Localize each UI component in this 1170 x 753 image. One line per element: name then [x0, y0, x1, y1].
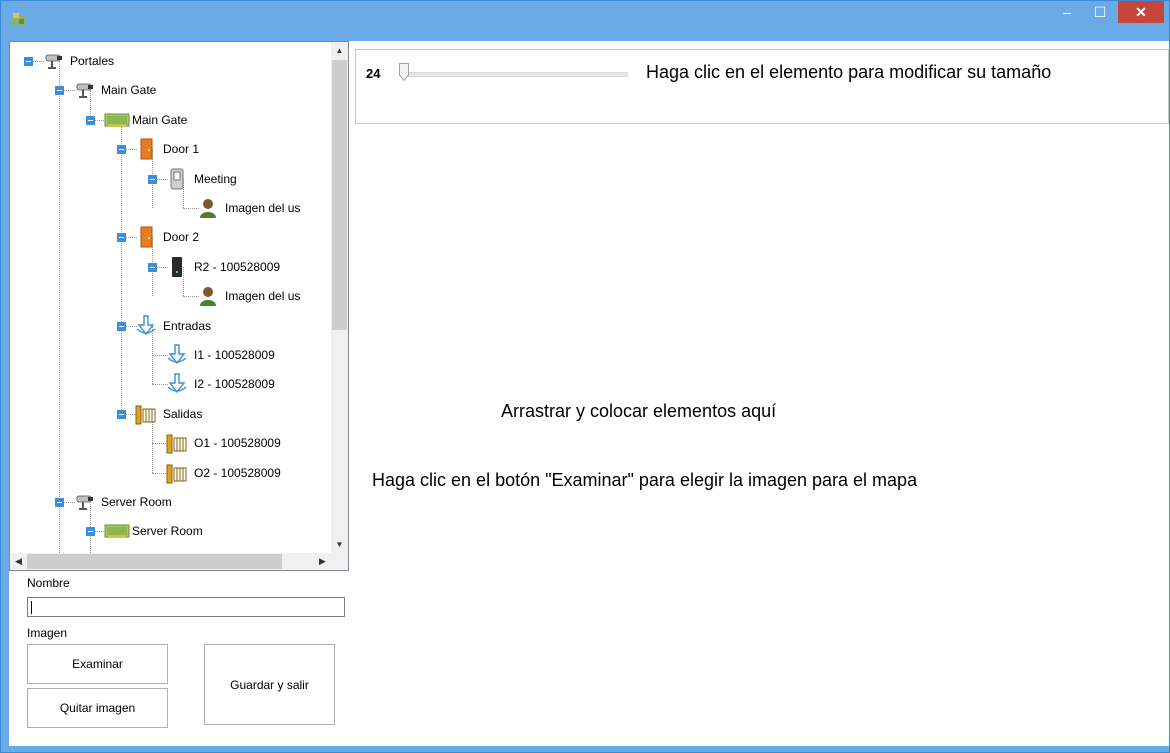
scroll-left-arrow-icon[interactable]: ◀ [10, 553, 27, 570]
tree-vertical-scrollbar[interactable]: ▲ ▼ [331, 42, 348, 553]
browse-hint-text: Haga clic en el botón "Examinar" para el… [372, 470, 918, 490]
user-icon [197, 285, 219, 307]
collapse-toggle-icon[interactable] [86, 527, 95, 537]
controller-board-icon [104, 109, 130, 131]
close-button[interactable]: ✕ [1118, 1, 1164, 23]
scroll-up-arrow-icon[interactable]: ▲ [331, 42, 348, 59]
vertical-scroll-thumb[interactable] [332, 60, 347, 330]
input-arrow-icon [166, 344, 188, 366]
output-gate-icon [166, 462, 188, 484]
collapse-toggle-icon[interactable] [117, 233, 126, 243]
collapse-toggle-icon[interactable] [148, 174, 157, 184]
tree-item[interactable]: Imagen del us [197, 285, 300, 307]
size-slider-track[interactable] [402, 72, 628, 77]
tree-item-label: Main Gate [101, 83, 157, 98]
main-window: – ☐ ✕ Portales Main Gate Main Gate Door 1 Me… [0, 0, 1170, 753]
tree-item-label: R2 - 100528009 [194, 259, 281, 274]
app-icon [11, 13, 25, 26]
title-bar: – ☐ ✕ [1, 1, 1169, 41]
controller-board-icon [104, 520, 130, 542]
save-and-exit-button[interactable]: Guardar y salir [204, 644, 335, 725]
horizontal-scroll-thumb[interactable] [27, 554, 282, 569]
tree-item-label: O1 - 100528009 [194, 436, 281, 451]
tree-item-label: Door 1 [163, 142, 200, 157]
door-icon [135, 138, 157, 160]
tree-item[interactable]: R2 - 100528009 [166, 256, 280, 278]
tree-item-label: Server Room [132, 524, 203, 539]
output-gate-icon [135, 403, 157, 425]
tree-item[interactable]: I2 - 100528009 [166, 373, 275, 395]
tree-item[interactable]: O1 - 100528009 [166, 432, 281, 454]
remove-image-button[interactable]: Quitar imagen [27, 688, 168, 728]
camera-icon [42, 50, 64, 72]
tree-item-label: Portales [70, 54, 115, 68]
scroll-down-arrow-icon[interactable]: ▼ [331, 536, 348, 553]
name-label: Nombre [27, 576, 70, 590]
drop-zone-text: Arrastrar y colocar elementos aquí [501, 401, 777, 421]
scroll-right-arrow-icon[interactable]: ▶ [314, 553, 331, 570]
camera-icon [73, 79, 95, 101]
tree-item[interactable]: Server Room [104, 520, 203, 542]
tree-item[interactable]: O2 - 100528009 [166, 462, 281, 484]
tree-item[interactable]: Main Gate [73, 79, 156, 101]
tree-item-label: Imagen del us [225, 289, 301, 304]
door-icon [135, 226, 157, 248]
collapse-toggle-icon[interactable] [24, 57, 33, 66]
tree-item[interactable]: Main Gate [104, 109, 187, 131]
tree-item-label: I1 - 100528009 [194, 348, 275, 362]
tree-item[interactable]: I1 - 100528009 [166, 344, 275, 366]
resize-hint-text: Haga clic en el elemento para modificar … [646, 62, 1052, 82]
tree-item[interactable]: Salidas [135, 403, 202, 425]
size-toolbar: 24 Haga clic en el elemento para modific… [355, 49, 1169, 124]
maximize-button[interactable]: ☐ [1086, 1, 1114, 23]
input-arrow-icon [166, 373, 188, 395]
scroll-corner [331, 553, 348, 570]
tree-item-label: Main Gate [132, 112, 188, 127]
tree-item-label: Door 2 [163, 230, 200, 245]
name-input[interactable] [27, 597, 345, 617]
collapse-toggle-icon[interactable] [86, 115, 95, 125]
collapse-toggle-icon[interactable] [117, 409, 126, 419]
browse-button[interactable]: Examinar [27, 644, 168, 684]
size-slider-thumb[interactable] [399, 63, 409, 81]
tree-item-label: Imagen del us [225, 201, 301, 215]
client-area: Portales Main Gate Main Gate Door 1 Meeting I… [9, 41, 1169, 746]
tree-item[interactable]: Server Room [73, 491, 172, 513]
user-icon [197, 197, 219, 219]
tree-item-label: Salidas [163, 406, 203, 421]
tree-item[interactable]: Imagen del us [197, 197, 300, 219]
tree-item[interactable]: Meeting [166, 168, 237, 190]
tree-item-label: O2 - 100528009 [194, 465, 281, 480]
image-label: Imagen [27, 626, 68, 640]
tree-connector-line [59, 61, 60, 561]
tree-item[interactable]: Door 1 [135, 138, 199, 160]
tree-item-label: Meeting [194, 171, 237, 186]
reader-black-icon [166, 256, 188, 278]
device-tree[interactable]: Portales Main Gate Main Gate Door 1 Meeting I… [9, 41, 349, 571]
collapse-toggle-icon[interactable] [55, 498, 64, 507]
tree-horizontal-scrollbar[interactable]: ◀ ▶ [10, 553, 331, 570]
minimize-button[interactable]: – [1053, 1, 1081, 23]
input-arrow-icon [135, 314, 157, 337]
output-gate-icon [166, 432, 188, 454]
tree-item-label: Server Room [101, 495, 172, 509]
tree-item[interactable]: Entradas [135, 314, 212, 337]
tree-item[interactable]: Portales [42, 50, 114, 72]
text-caret [31, 601, 32, 614]
tree-item[interactable]: Door 2 [135, 226, 199, 248]
tree-item-label: Entradas [163, 318, 212, 333]
collapse-toggle-icon[interactable] [55, 86, 64, 96]
camera-icon [73, 491, 95, 513]
collapse-toggle-icon[interactable] [148, 262, 157, 272]
card-reader-icon [166, 168, 188, 190]
tree-item-label: I2 - 100528009 [194, 377, 275, 392]
size-value: 24 [366, 66, 381, 81]
collapse-toggle-icon[interactable] [117, 145, 126, 155]
tree-connector-line [121, 119, 122, 414]
collapse-toggle-icon[interactable] [117, 321, 126, 331]
